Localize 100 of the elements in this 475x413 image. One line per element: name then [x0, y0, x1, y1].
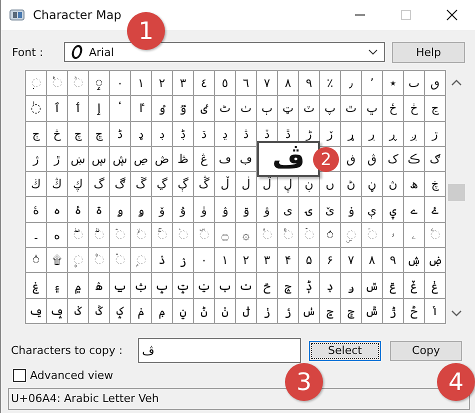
character-cell[interactable]: ٶ: [152, 96, 173, 122]
copy-button[interactable]: Copy: [390, 340, 462, 361]
advanced-view-checkbox[interactable]: [13, 369, 26, 382]
character-cell[interactable]: ݕ: [215, 273, 236, 299]
character-cell[interactable]: ٫: [341, 71, 362, 96]
character-cell[interactable]: ڍ: [215, 122, 236, 147]
character-cell[interactable]: ٣: [173, 71, 194, 96]
character-cell[interactable]: ۲: [236, 248, 257, 274]
character-cell[interactable]: ٧: [257, 71, 278, 96]
character-cell[interactable]: ݛ: [341, 273, 362, 299]
character-cell[interactable]: ݝ: [383, 273, 404, 299]
character-cell[interactable]: ڨ: [362, 146, 383, 172]
character-cell[interactable]: ◌ۣ: [341, 222, 362, 248]
character-cell[interactable]: ہ: [47, 197, 68, 223]
character-cell[interactable]: ۑ: [383, 197, 404, 223]
character-cell[interactable]: ݘ: [278, 273, 299, 299]
character-cell[interactable]: ڀ: [362, 96, 383, 122]
character-cell[interactable]: ݫ: [257, 298, 278, 324]
character-cell[interactable]: ڽ: [383, 172, 404, 198]
character-cell[interactable]: ڴ: [194, 172, 215, 198]
character-cell[interactable]: ۺ: [404, 248, 425, 274]
character-cell[interactable]: ݟ: [425, 273, 446, 299]
character-cell[interactable]: ڞ: [152, 146, 173, 172]
character-cell[interactable]: ڻ: [341, 172, 362, 198]
character-cell[interactable]: ٵ: [131, 96, 152, 122]
character-cell[interactable]: ٷ: [173, 96, 194, 122]
character-cell[interactable]: ٱ: [47, 96, 68, 122]
character-cell[interactable]: ٲ: [68, 96, 89, 122]
character-cell[interactable]: ݨ: [194, 298, 215, 324]
character-cell[interactable]: ژ: [26, 146, 47, 172]
character-cell[interactable]: ڟ: [173, 146, 194, 172]
character-cell[interactable]: ۯ: [173, 248, 194, 274]
character-cell[interactable]: ݬ: [278, 298, 299, 324]
character-cell[interactable]: ڳ: [173, 172, 194, 198]
character-cell[interactable]: ڃ: [425, 96, 446, 122]
character-cell[interactable]: ۄ: [110, 197, 131, 223]
character-cell[interactable]: ٺ: [236, 96, 257, 122]
help-button[interactable]: Help: [392, 42, 465, 62]
character-cell[interactable]: ݔ: [194, 273, 215, 299]
character-cell[interactable]: ◌۠: [278, 222, 299, 248]
character-cell[interactable]: ◌ۜ: [194, 222, 215, 248]
character-cell[interactable]: ڂ: [404, 96, 425, 122]
character-cell[interactable]: ݣ: [89, 298, 110, 324]
character-cell[interactable]: ݰ: [362, 298, 383, 324]
character-cell[interactable]: ݩ: [215, 298, 236, 324]
character-cell[interactable]: ٿ: [341, 96, 362, 122]
character-cell[interactable]: ݙ: [299, 273, 320, 299]
character-cell[interactable]: ۅ: [131, 197, 152, 223]
character-cell[interactable]: ٭: [383, 71, 404, 96]
character-cell[interactable]: ݡ: [47, 298, 68, 324]
character-cell[interactable]: ږ: [404, 122, 425, 147]
character-cell[interactable]: ݒ: [152, 273, 173, 299]
character-cell[interactable]: ځ: [383, 96, 404, 122]
character-cell[interactable]: ٹ: [215, 96, 236, 122]
character-cell[interactable]: ݥ: [131, 298, 152, 324]
character-cell[interactable]: ◌ۗ: [89, 222, 110, 248]
character-cell[interactable]: ٢: [152, 71, 173, 96]
character-cell[interactable]: ٳ: [89, 96, 110, 122]
character-cell[interactable]: ݲ: [404, 298, 425, 324]
character-cell[interactable]: ۴: [278, 248, 299, 274]
character-cell[interactable]: ڌ: [194, 122, 215, 147]
character-cell[interactable]: ◌ۚ: [152, 222, 173, 248]
character-cell[interactable]: ۞: [236, 222, 257, 248]
character-cell[interactable]: ◌ۙ: [131, 222, 152, 248]
scroll-thumb[interactable]: [448, 184, 465, 201]
character-cell[interactable]: ڰ: [110, 172, 131, 198]
character-cell[interactable]: ۸: [362, 248, 383, 274]
character-cell[interactable]: ◌ٝ: [47, 71, 68, 96]
character-cell[interactable]: ◌۟: [257, 222, 278, 248]
character-cell[interactable]: ڜ: [110, 146, 131, 172]
character-cell[interactable]: ١: [131, 71, 152, 96]
character-cell[interactable]: ڧ: [341, 146, 362, 172]
character-cell[interactable]: ی: [278, 197, 299, 223]
character-cell[interactable]: ۥ: [383, 222, 404, 248]
character-cell[interactable]: ړ: [341, 122, 362, 147]
character-cell[interactable]: ݐ: [110, 273, 131, 299]
character-cell[interactable]: ۵: [299, 248, 320, 274]
character-cell[interactable]: ڋ: [173, 122, 194, 147]
character-cell[interactable]: ݞ: [404, 273, 425, 299]
character-cell[interactable]: ۼ: [26, 273, 47, 299]
character-cell[interactable]: ݜ: [362, 273, 383, 299]
character-cell[interactable]: ۰: [194, 248, 215, 274]
character-cell[interactable]: ڱ: [131, 172, 152, 198]
character-cell[interactable]: ٯ: [425, 71, 446, 96]
font-dropdown[interactable]: Arial: [64, 42, 385, 62]
character-cell[interactable]: ۇ: [173, 197, 194, 223]
character-cell[interactable]: ٩: [299, 71, 320, 96]
character-cell[interactable]: ک: [383, 146, 404, 172]
select-button[interactable]: Select: [309, 340, 381, 361]
character-cell[interactable]: ڇ: [89, 122, 110, 147]
character-cell[interactable]: ۶: [320, 248, 341, 274]
character-cell[interactable]: ◌ۛ: [173, 222, 194, 248]
character-cell[interactable]: ۈ: [194, 197, 215, 223]
character-cell[interactable]: ۮ: [152, 248, 173, 274]
character-cell[interactable]: ڲ: [152, 172, 173, 198]
character-cell[interactable]: ◌۪: [68, 248, 89, 274]
character-cell[interactable]: ډ: [131, 122, 152, 147]
character-cell[interactable]: ݭ: [299, 298, 320, 324]
character-cell[interactable]: ٻ: [257, 96, 278, 122]
character-cell[interactable]: ݚ: [320, 273, 341, 299]
